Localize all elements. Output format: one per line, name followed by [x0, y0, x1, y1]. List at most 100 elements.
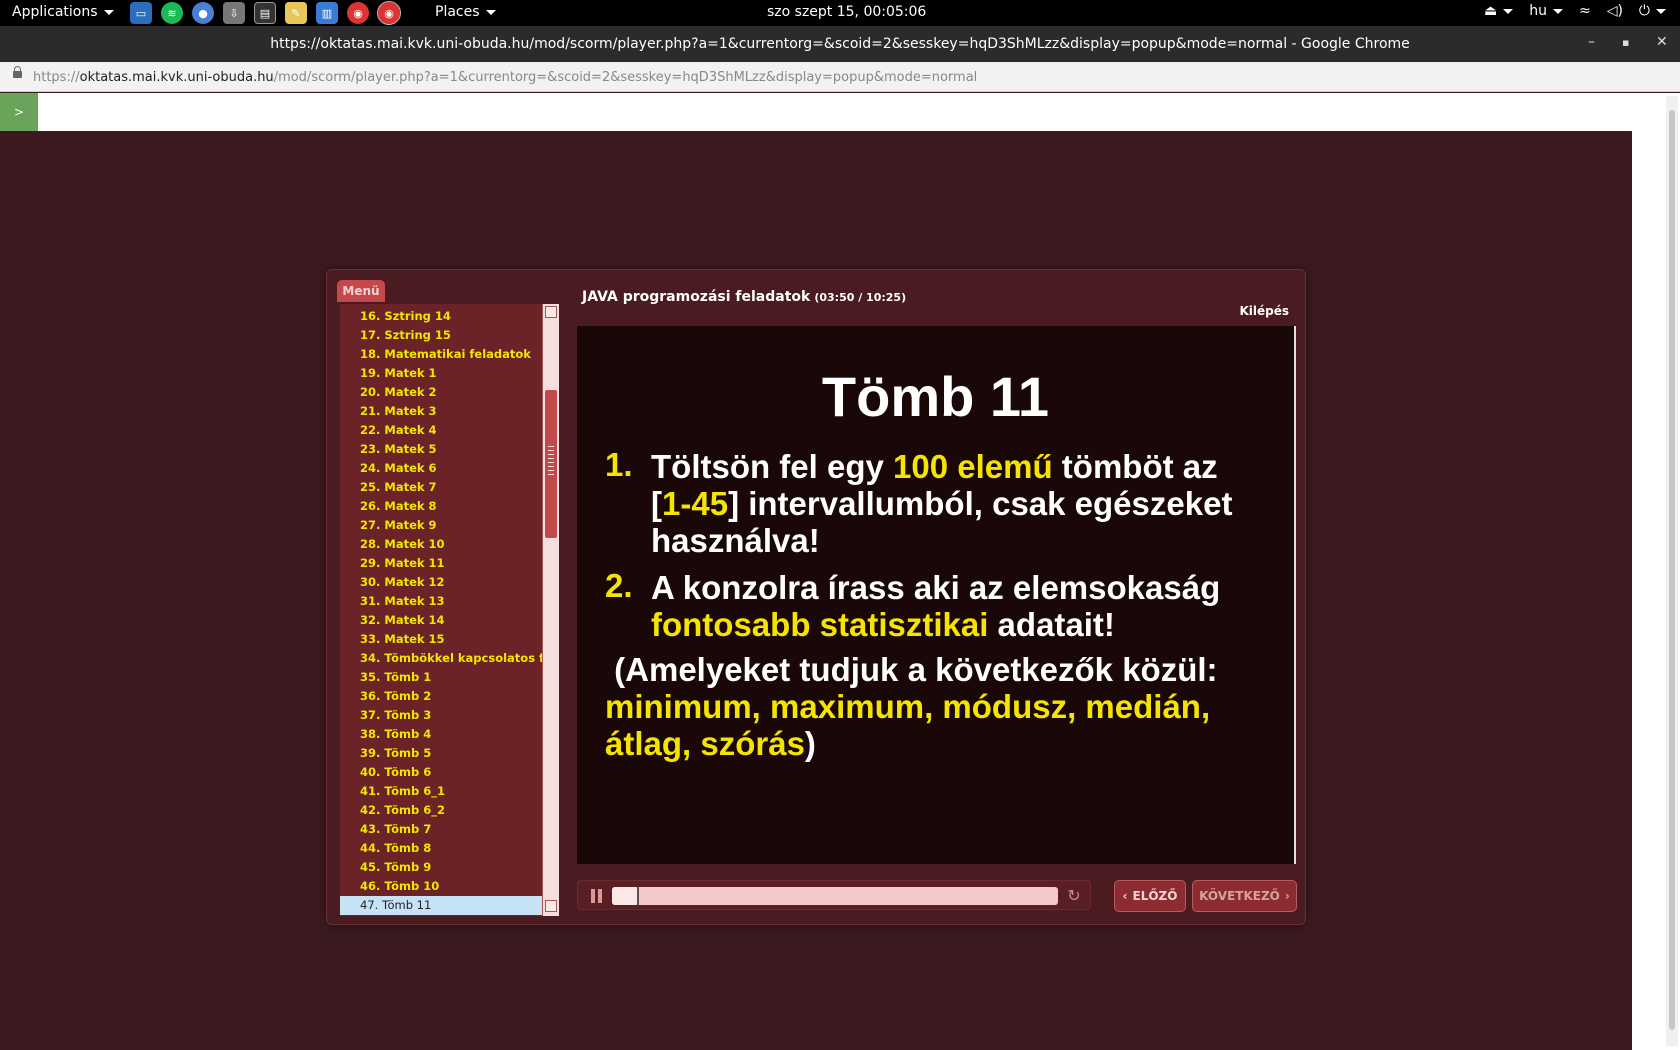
- window-title-bar: https://oktatas.mai.kvk.uni-obuda.hu/mod…: [0, 26, 1680, 62]
- item2-line1: A konzolra írass aki az elemsokaság: [651, 569, 1221, 606]
- menu-item[interactable]: 38. Tömb 4: [340, 725, 542, 744]
- menu-item[interactable]: 37. Tömb 3: [340, 706, 542, 725]
- wifi-icon[interactable]: ≈: [1579, 3, 1591, 19]
- page-header-strip: [0, 93, 1664, 131]
- power-icon[interactable]: ⏻: [1639, 3, 1666, 19]
- menu-item[interactable]: 19. Matek 1: [340, 364, 542, 383]
- chromium-icon[interactable]: ●: [192, 2, 214, 24]
- menu-item[interactable]: 32. Matek 14: [340, 611, 542, 630]
- menu-scrollbar[interactable]: [542, 304, 559, 916]
- previous-button[interactable]: ‹ ELŐZŐ: [1114, 880, 1186, 912]
- note-line1: (Amelyeket tudjuk a következők közül:: [605, 651, 1218, 688]
- page-scrollbar[interactable]: [1666, 96, 1678, 1046]
- menu-item[interactable]: 17. Sztring 15: [340, 326, 542, 345]
- item1-line3: használva!: [651, 522, 820, 559]
- menu-scrollbar-thumb[interactable]: [545, 390, 557, 538]
- text-editor-icon[interactable]: ✎: [285, 2, 307, 24]
- minimize-icon[interactable]: –: [1588, 34, 1595, 50]
- slide-text: ): [804, 725, 816, 762]
- maximize-icon[interactable]: ▪: [1622, 36, 1629, 49]
- menu-item[interactable]: 36. Tömb 2: [340, 687, 542, 706]
- slide-text: tömböt az: [1052, 448, 1218, 485]
- toggle-toc-button[interactable]: >: [0, 93, 38, 131]
- pause-icon[interactable]: [590, 889, 604, 903]
- url-scheme: https://: [33, 70, 80, 85]
- menu-item[interactable]: 18. Matematikai feladatok: [340, 345, 542, 364]
- chrome-icon[interactable]: ◉: [347, 2, 369, 24]
- playback-time: (03:50 / 10:25): [814, 291, 907, 304]
- menu-item[interactable]: 30. Matek 12: [340, 573, 542, 592]
- progress-bar[interactable]: [612, 887, 1058, 905]
- item-number: 2.: [605, 567, 633, 604]
- menu-item[interactable]: 21. Matek 3: [340, 402, 542, 421]
- next-button[interactable]: KÖVETKEZŐ ›: [1192, 880, 1297, 912]
- menu-item[interactable]: 25. Matek 7: [340, 478, 542, 497]
- page-scrollbar-thumb[interactable]: [1669, 110, 1675, 1030]
- scroll-up-arrow-icon[interactable]: [545, 306, 557, 318]
- url-host: oktatas.mai.kvk.uni-obuda.hu: [79, 70, 274, 85]
- lock-icon: [13, 66, 22, 78]
- address-bar[interactable]: https://oktatas.mai.kvk.uni-obuda.hu/mod…: [0, 62, 1680, 92]
- pause-bar: [598, 889, 602, 903]
- item2-line2: fontosabb statisztikai adatait!: [651, 606, 1115, 643]
- menu-item[interactable]: 33. Matek 15: [340, 630, 542, 649]
- menu-item[interactable]: 43. Tömb 7: [340, 820, 542, 839]
- menu-item[interactable]: 26. Matek 8: [340, 497, 542, 516]
- scroll-down-arrow-icon[interactable]: [545, 900, 557, 912]
- menu-item[interactable]: 42. Tömb 6_2: [340, 801, 542, 820]
- menu-item[interactable]: 39. Tömb 5: [340, 744, 542, 763]
- menu-item[interactable]: 16. Sztring 14: [340, 307, 542, 326]
- menu-item[interactable]: 34. Tömbökkel kapcsolatos f...: [340, 649, 542, 668]
- grip-line: [548, 470, 554, 471]
- files-icon[interactable]: ▭: [130, 2, 152, 24]
- menu-item[interactable]: 35. Tömb 1: [340, 668, 542, 687]
- url-text[interactable]: https://oktatas.mai.kvk.uni-obuda.hu/mod…: [33, 70, 977, 85]
- clock[interactable]: szo szept 15, 00:05:06: [767, 4, 926, 20]
- chrome-active-icon[interactable]: ◉: [377, 1, 401, 25]
- exit-link[interactable]: Kilépés: [1239, 304, 1289, 318]
- menu-tab[interactable]: Menü: [337, 280, 385, 302]
- menu-item[interactable]: 40. Tömb 6: [340, 763, 542, 782]
- menu-item[interactable]: 27. Matek 9: [340, 516, 542, 535]
- eject-icon[interactable]: ⏏: [1484, 3, 1514, 19]
- terminal-icon[interactable]: ▤: [254, 2, 276, 24]
- previous-label: ELŐZŐ: [1132, 889, 1178, 903]
- applications-menu[interactable]: Applications: [12, 4, 114, 20]
- item-number: 1.: [605, 446, 633, 483]
- close-icon[interactable]: ✕: [1656, 34, 1668, 50]
- menu-item[interactable]: 28. Matek 10: [340, 535, 542, 554]
- window-title: https://oktatas.mai.kvk.uni-obuda.hu/mod…: [270, 36, 1410, 52]
- grip-line: [548, 466, 554, 467]
- menu-item[interactable]: 41. Tömb 6_1: [340, 782, 542, 801]
- places-menu[interactable]: Places: [435, 4, 496, 20]
- chevron-down-icon: [1503, 8, 1514, 14]
- menu-item[interactable]: 23. Matek 5: [340, 440, 542, 459]
- chevron-down-icon: [485, 9, 496, 15]
- grip-line: [548, 458, 554, 459]
- places-label: Places: [435, 4, 480, 20]
- menu-item[interactable]: 44. Tömb 8: [340, 839, 542, 858]
- replay-icon[interactable]: ↻: [1065, 887, 1083, 905]
- menu-item[interactable]: 47. Tömb 11: [340, 896, 542, 915]
- menu-item[interactable]: 29. Matek 11: [340, 554, 542, 573]
- menu-item[interactable]: 22. Matek 4: [340, 421, 542, 440]
- grip-line: [548, 474, 554, 475]
- installer-icon[interactable]: ⇩: [223, 2, 245, 24]
- launcher-bar: ▭ ≋ ● ⇩ ▤ ✎ ▥ ◉ ◉: [130, 1, 401, 25]
- menu-item[interactable]: 31. Matek 13: [340, 592, 542, 611]
- slide-text: Töltsön fel egy: [651, 448, 894, 485]
- spotify-icon[interactable]: ≋: [161, 2, 183, 24]
- menu-item[interactable]: 46. Tömb 10: [340, 877, 542, 896]
- next-label: KÖVETKEZŐ: [1199, 889, 1280, 903]
- system-monitor-icon[interactable]: ▥: [316, 2, 338, 24]
- keyboard-layout-indicator[interactable]: hu: [1529, 3, 1563, 19]
- menu-item[interactable]: 20. Matek 2: [340, 383, 542, 402]
- volume-icon[interactable]: ◁): [1607, 3, 1623, 19]
- system-top-bar: Applications ▭ ≋ ● ⇩ ▤ ✎ ▥ ◉ ◉ Places sz…: [0, 0, 1680, 26]
- scorm-player: Menü 16. Sztring 14 17. Sztring 15 18. Mat…: [326, 269, 1306, 925]
- menu-list: 16. Sztring 14 17. Sztring 15 18. Matemati…: [340, 304, 542, 916]
- slide-text: ] intervallumból, csak egészeket: [728, 485, 1233, 522]
- menu-item[interactable]: 45. Tömb 9: [340, 858, 542, 877]
- menu-item[interactable]: 24. Matek 6: [340, 459, 542, 478]
- pause-bar: [591, 889, 595, 903]
